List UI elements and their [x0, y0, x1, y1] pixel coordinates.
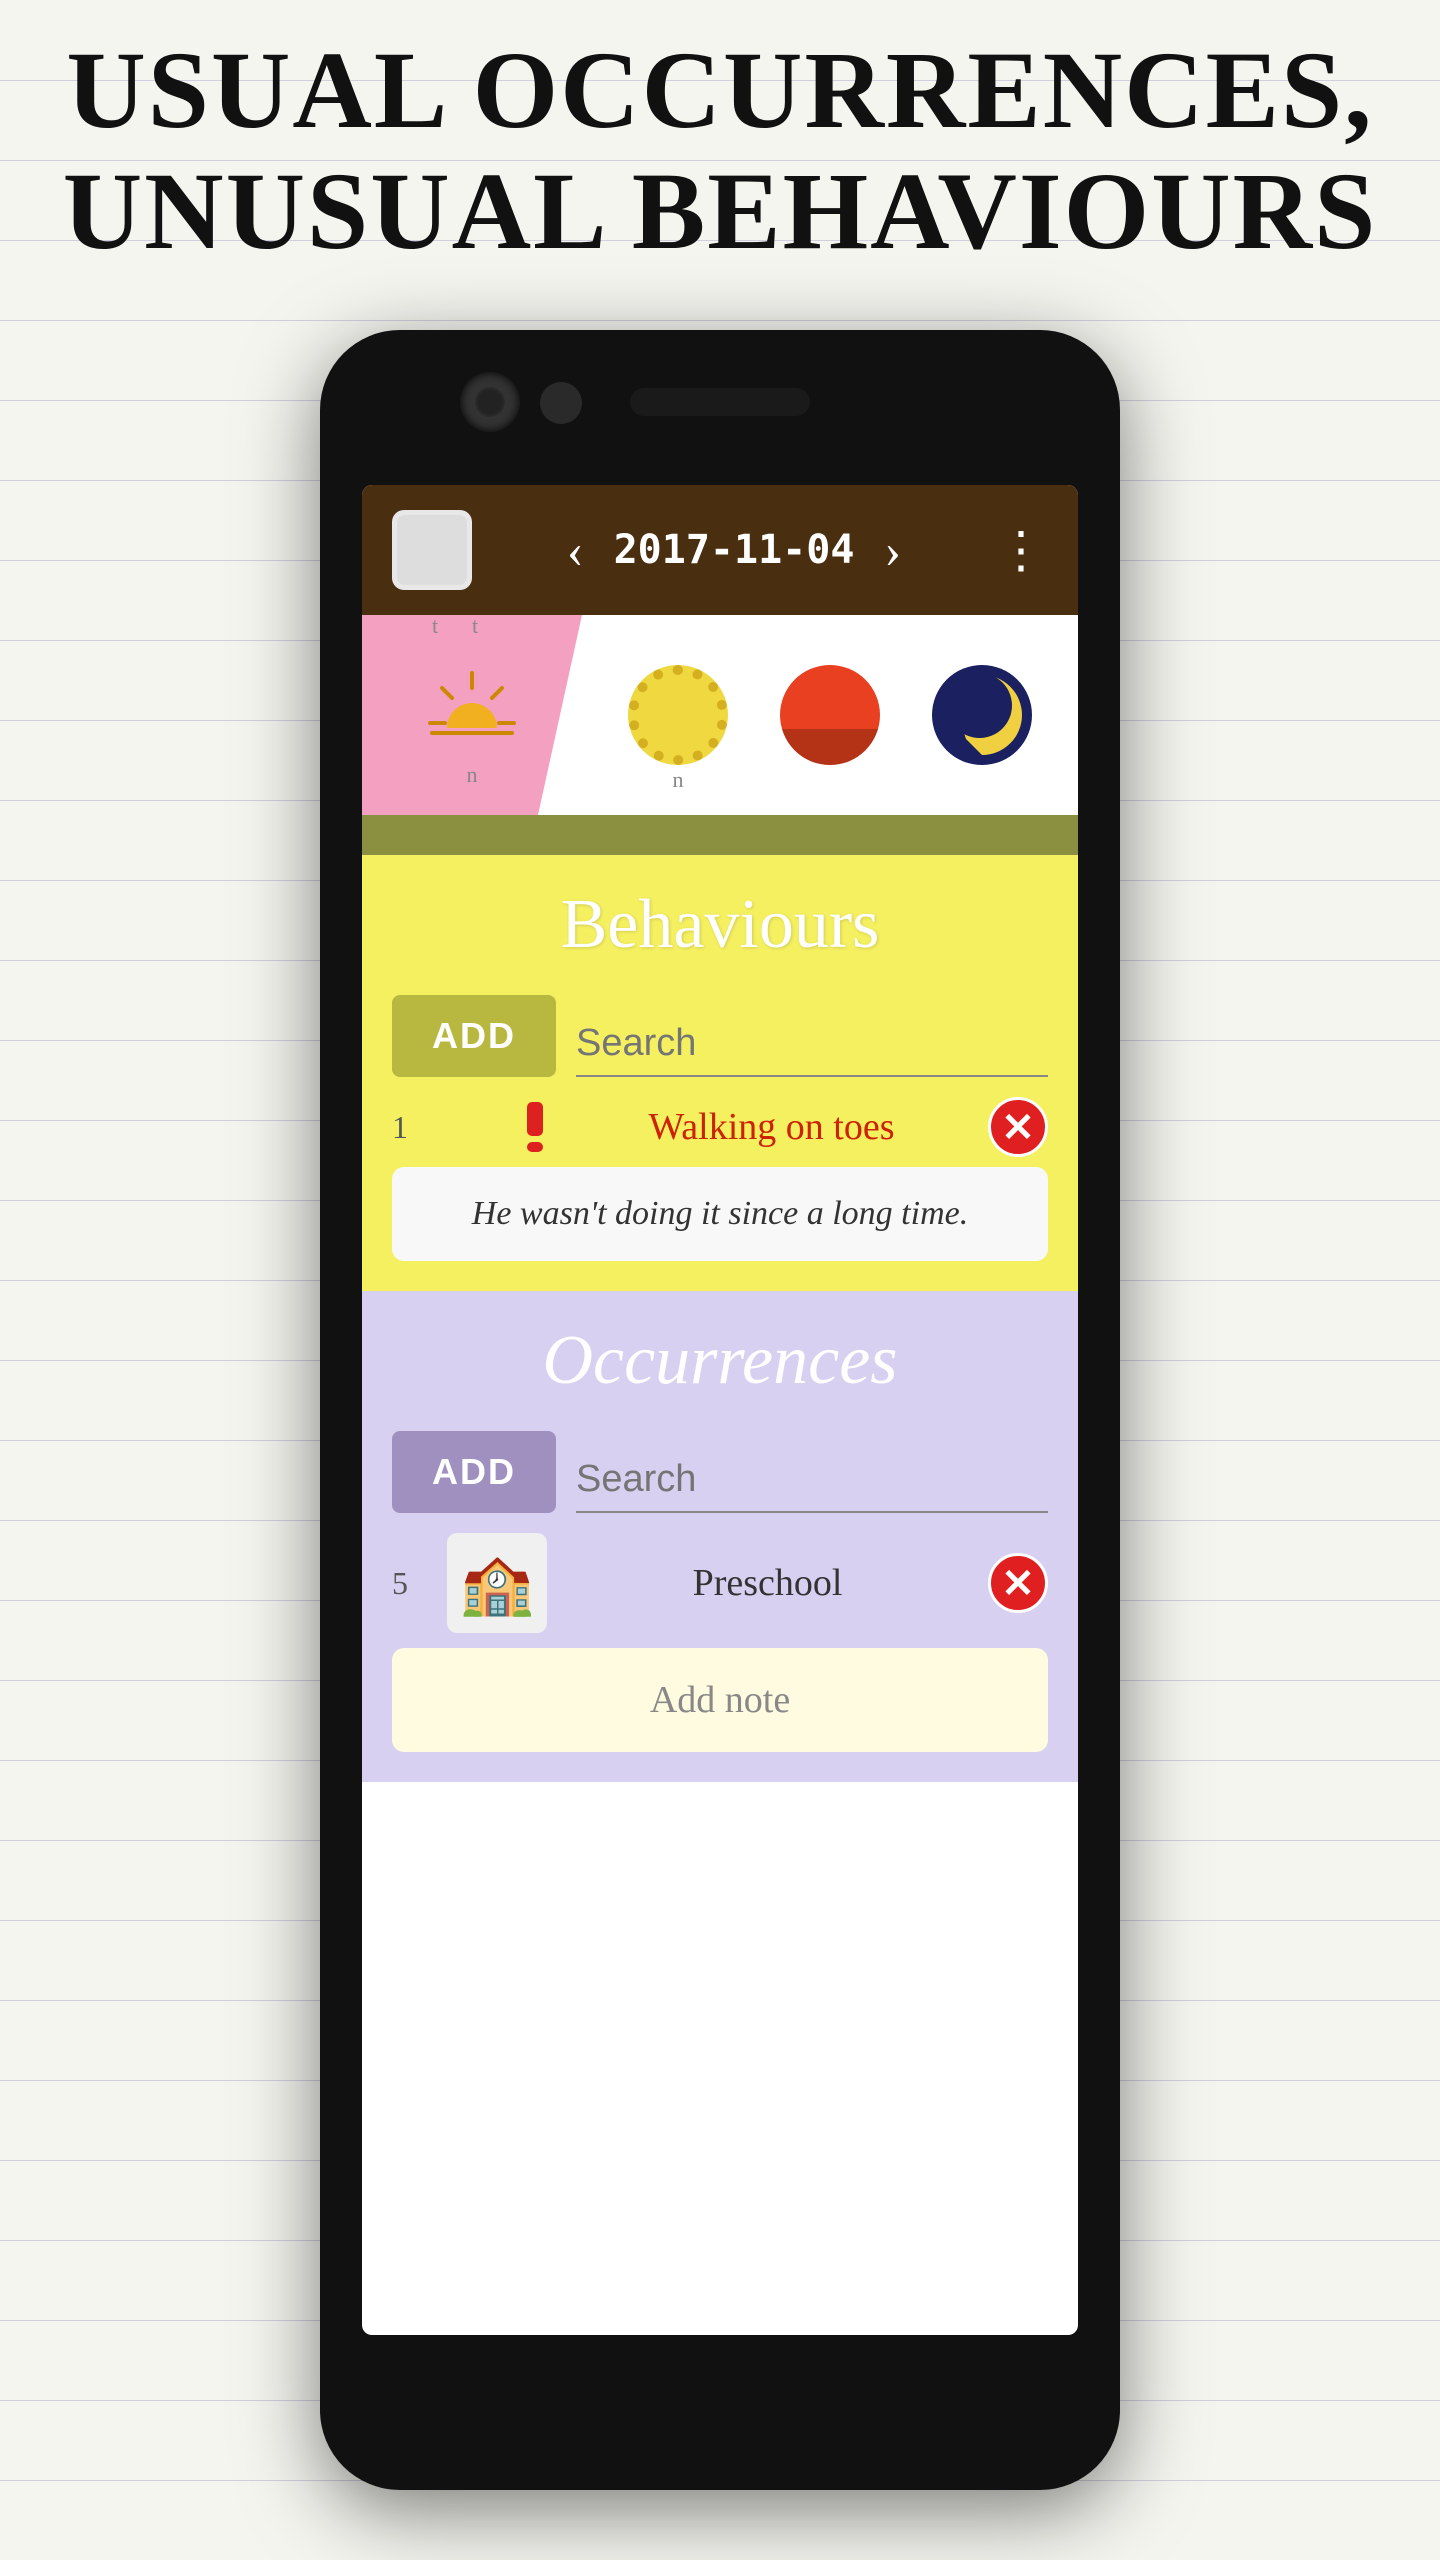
- weather-day: n: [582, 615, 1078, 815]
- olive-divider: [362, 815, 1078, 855]
- behaviour-number: 1: [392, 1109, 432, 1146]
- behaviours-search-input[interactable]: [576, 1012, 1048, 1077]
- weather-night[interactable]: [927, 660, 1037, 770]
- morning-label-t2: t: [472, 613, 478, 639]
- svg-text:🦿: 🦿: [447, 1098, 507, 1156]
- occurrence-remove-button[interactable]: ✕: [988, 1553, 1048, 1613]
- behaviours-section: Behaviours ADD 1 🦿: [362, 855, 1078, 1291]
- occurrence-number: 5: [392, 1565, 432, 1602]
- behaviours-controls: ADD: [392, 995, 1048, 1077]
- weather-sunny[interactable]: n: [623, 660, 733, 770]
- camera-icon: [460, 372, 520, 432]
- weather-strip: t t n: [362, 615, 1078, 815]
- phone-device: 🦋 ‹ 2017-11-04 › ⋮ t t: [320, 330, 1120, 2490]
- occurrences-title: Occurrences: [392, 1321, 1048, 1401]
- morning-label-t1: t: [432, 613, 438, 639]
- app-header: 🦋 ‹ 2017-11-04 › ⋮: [362, 485, 1078, 615]
- next-button[interactable]: ›: [884, 525, 901, 575]
- header-nav: ‹ 2017-11-04 ›: [492, 525, 976, 575]
- behaviours-search-field: [576, 1012, 1048, 1077]
- behaviours-add-button[interactable]: ADD: [392, 995, 556, 1077]
- behaviour-icons: 🦿: [447, 1097, 555, 1157]
- behaviour-note-text: He wasn't doing it since a long time.: [422, 1195, 1018, 1233]
- camera2-icon: [540, 382, 582, 424]
- occurrences-search-input[interactable]: [576, 1448, 1048, 1513]
- behaviour-item: 1 🦿 Walking on toes ✕: [392, 1097, 1048, 1157]
- occurrences-search-field: [576, 1448, 1048, 1513]
- speaker: [630, 388, 810, 416]
- page-title: USUAL OCCURRENCES, UNUSUAL BEHAVIOURS: [0, 0, 1440, 292]
- occurrences-add-button[interactable]: ADD: [392, 1431, 556, 1513]
- behaviour-note-box: He wasn't doing it since a long time.: [392, 1167, 1048, 1261]
- occurrence-school-icon: 🏫: [447, 1533, 547, 1633]
- occurrence-label: Preschool: [562, 1561, 973, 1605]
- header-date: 2017-11-04: [614, 527, 855, 573]
- morning-label-n: n: [467, 762, 478, 788]
- weather-hazy[interactable]: [775, 660, 885, 770]
- weather-morning[interactable]: t t n: [362, 615, 582, 815]
- behaviours-title: Behaviours: [392, 885, 1048, 965]
- prev-button[interactable]: ‹: [567, 525, 584, 575]
- menu-button[interactable]: ⋮: [996, 521, 1048, 579]
- occurrences-controls: ADD: [392, 1431, 1048, 1513]
- occurrence-item: 5 🏫 Preschool ✕: [392, 1533, 1048, 1633]
- add-note-label: Add note: [650, 1679, 790, 1721]
- behaviour-label: Walking on toes: [570, 1105, 973, 1149]
- add-note-box[interactable]: Add note: [392, 1648, 1048, 1752]
- behaviour-remove-button[interactable]: ✕: [988, 1097, 1048, 1157]
- app-logo: 🦋: [392, 510, 472, 590]
- occurrences-section: Occurrences ADD 5 🏫 Preschool ✕ Add note: [362, 1291, 1078, 1782]
- phone-screen: 🦋 ‹ 2017-11-04 › ⋮ t t: [362, 485, 1078, 2335]
